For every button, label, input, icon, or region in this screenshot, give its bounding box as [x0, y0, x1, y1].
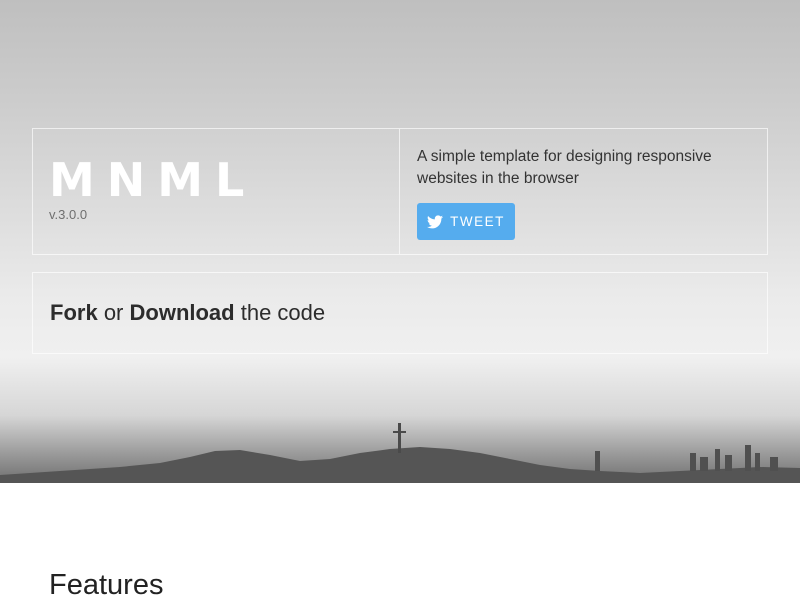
or-text: or [103, 300, 124, 325]
description-panel: A simple template for designing responsi… [400, 128, 768, 255]
fork-link[interactable]: Fork [50, 300, 98, 325]
the-code-text: the code [240, 300, 326, 325]
site-description: A simple template for designing responsi… [417, 148, 712, 187]
tweet-button[interactable]: TWEET [417, 203, 515, 240]
download-link[interactable]: Download [130, 300, 235, 325]
hero-banner: MNML v.3.0.0 A simple template for desig… [0, 0, 800, 483]
title-panel: MNML v.3.0.0 [32, 128, 400, 255]
site-logo: MNML [49, 153, 257, 207]
city-skyline-image [0, 423, 800, 483]
version-label: v.3.0.0 [49, 207, 88, 222]
tweet-button-label: TWEET [450, 214, 505, 229]
fork-download-panel: Fork or Download the code [32, 272, 768, 354]
fork-download-line: Fork or Download the code [50, 299, 325, 327]
features-heading: Features [49, 569, 164, 601]
twitter-bird-icon [427, 214, 444, 228]
